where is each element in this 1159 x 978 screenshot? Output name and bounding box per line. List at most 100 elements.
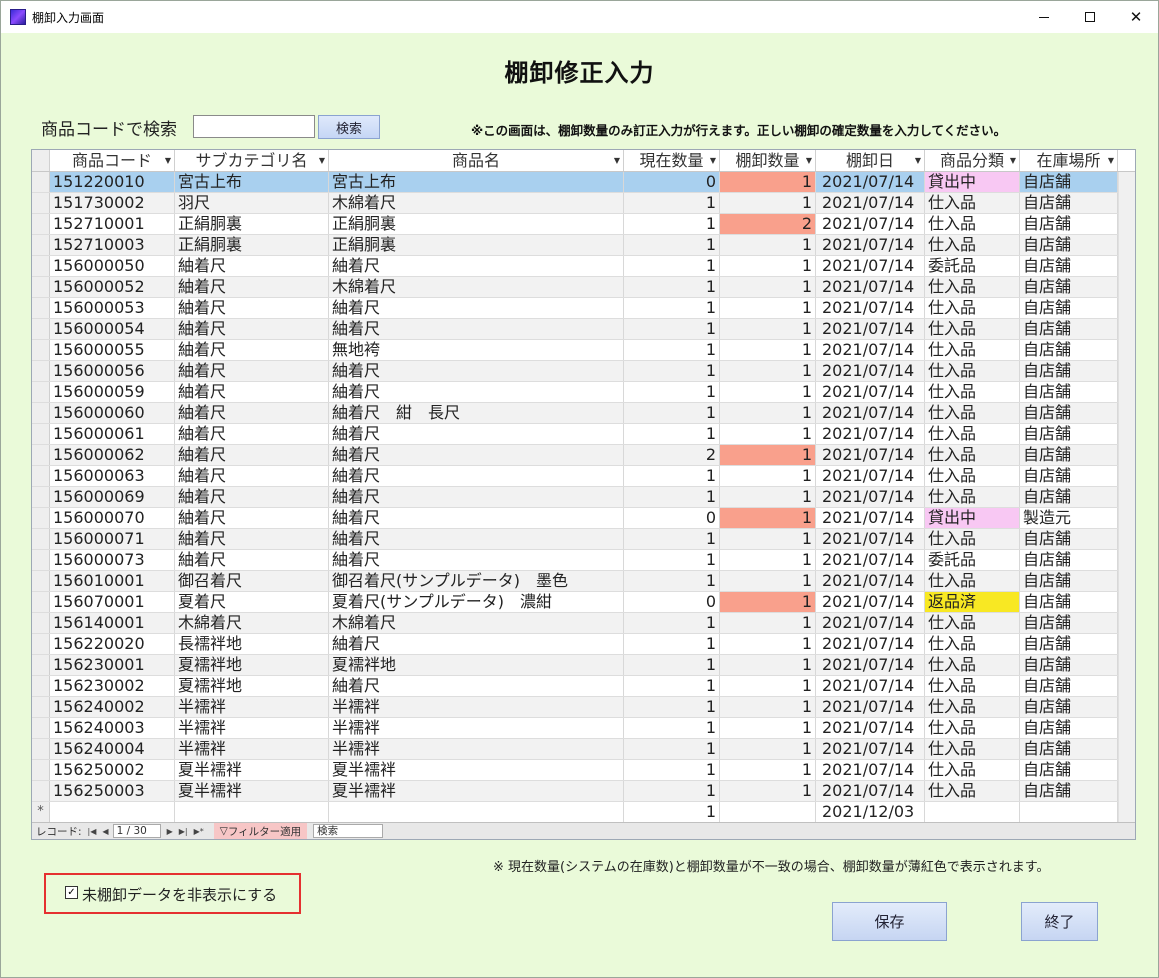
row-selector[interactable] (32, 592, 50, 612)
table-row[interactable]: 156000071 紬着尺 紬着尺 1 1 2021/07/14 仕入品 自店舗 (32, 529, 1118, 550)
table-row[interactable]: 156000062 紬着尺 紬着尺 2 1 2021/07/14 仕入品 自店舗 (32, 445, 1118, 466)
inventory-qty-cell[interactable]: 1 (720, 172, 816, 192)
table-row[interactable]: 156000056 紬着尺 紬着尺 1 1 2021/07/14 仕入品 自店舗 (32, 361, 1118, 382)
inventory-qty-cell[interactable]: 1 (720, 424, 816, 444)
row-selector[interactable] (32, 508, 50, 528)
vertical-scrollbar[interactable] (1118, 172, 1135, 822)
row-selector[interactable] (32, 172, 50, 192)
select-all-corner[interactable] (32, 150, 50, 171)
current-qty-cell[interactable]: 1 (624, 802, 720, 822)
code-cell[interactable] (50, 802, 175, 822)
search-button[interactable]: 検索 (318, 115, 380, 139)
maximize-button[interactable] (1067, 1, 1113, 33)
table-row[interactable]: 156000055 紬着尺 無地袴 1 1 2021/07/14 仕入品 自店舗 (32, 340, 1118, 361)
inventory-qty-cell[interactable]: 1 (720, 508, 816, 528)
hide-uninventoried-checkbox[interactable]: ✓ (65, 886, 78, 899)
next-record-icon[interactable]: ▶ (167, 827, 173, 836)
table-row[interactable]: 156000069 紬着尺 紬着尺 1 1 2021/07/14 仕入品 自店舗 (32, 487, 1118, 508)
chevron-down-icon[interactable]: ▼ (915, 150, 921, 171)
row-selector[interactable] (32, 487, 50, 507)
record-position[interactable]: 1 / 30 (112, 824, 161, 838)
table-row[interactable]: 156000054 紬着尺 紬着尺 1 1 2021/07/14 仕入品 自店舗 (32, 319, 1118, 340)
row-selector[interactable] (32, 235, 50, 255)
chevron-down-icon[interactable]: ▼ (319, 150, 325, 171)
table-row[interactable]: 156010001 御召着尺 御召着尺(サンプルデータ) 墨色 1 1 2021/07/1… (32, 571, 1118, 592)
chevron-down-icon[interactable]: ▼ (806, 150, 812, 171)
table-row[interactable]: 151730002 羽尺 木綿着尺 1 1 2021/07/14 仕入品 自店舗 (32, 193, 1118, 214)
previous-record-icon[interactable]: ◀ (102, 827, 108, 836)
row-selector[interactable] (32, 319, 50, 339)
inventory-qty-cell[interactable]: 1 (720, 760, 816, 780)
row-selector[interactable] (32, 697, 50, 717)
column-header-name[interactable]: 商品名 ▼ (329, 150, 624, 171)
row-selector[interactable] (32, 445, 50, 465)
first-record-icon[interactable]: |◀ (88, 827, 97, 836)
nav-search-input[interactable]: 検索 (313, 824, 384, 838)
row-selector[interactable] (32, 193, 50, 213)
chevron-down-icon[interactable]: ▼ (165, 150, 171, 171)
row-selector[interactable] (32, 760, 50, 780)
column-header-current-qty[interactable]: 現在数量 ▼ (624, 150, 720, 171)
inventory-qty-cell[interactable]: 1 (720, 781, 816, 801)
inventory-qty-cell[interactable]: 1 (720, 592, 816, 612)
row-selector[interactable] (32, 403, 50, 423)
table-row[interactable]: 156000050 紬着尺 紬着尺 1 1 2021/07/14 委託品 自店舗 (32, 256, 1118, 277)
inventory-qty-cell[interactable]: 1 (720, 655, 816, 675)
last-record-icon[interactable]: ▶| (179, 827, 188, 836)
table-row[interactable]: 152710001 正絹胴裏 正絹胴裏 1 2 2021/07/14 仕入品 自店舗 (32, 214, 1118, 235)
minimize-button[interactable] (1021, 1, 1067, 33)
table-row[interactable]: 156230002 夏襦袢地 紬着尺 1 1 2021/07/14 仕入品 自店舗 (32, 676, 1118, 697)
row-selector[interactable] (32, 277, 50, 297)
inventory-qty-cell[interactable]: 1 (720, 445, 816, 465)
table-row[interactable]: 151220010 宮古上布 宮古上布 0 1 2021/07/14 貸出中 自店舗 (32, 172, 1118, 193)
column-header-subcategory[interactable]: サブカテゴリ名 ▼ (175, 150, 329, 171)
table-row[interactable]: 156000063 紬着尺 紬着尺 1 1 2021/07/14 仕入品 自店舗 (32, 466, 1118, 487)
inventory-qty-cell[interactable]: 1 (720, 403, 816, 423)
inventory-qty-cell[interactable]: 1 (720, 361, 816, 381)
row-selector[interactable] (32, 655, 50, 675)
exit-button[interactable]: 終了 (1021, 902, 1098, 941)
table-row[interactable]: 156250003 夏半襦袢 夏半襦袢 1 1 2021/07/14 仕入品 自店舗 (32, 781, 1118, 802)
table-row[interactable]: 156000060 紬着尺 紬着尺 紺 長尺 1 1 2021/07/14 仕入品 自店舗 (32, 403, 1118, 424)
chevron-down-icon[interactable]: ▼ (710, 150, 716, 171)
inventory-qty-cell[interactable]: 1 (720, 298, 816, 318)
inventory-qty-cell[interactable]: 1 (720, 382, 816, 402)
filter-toggle[interactable]: ▽ フィルター適用 (213, 823, 308, 839)
table-row[interactable]: 156230001 夏襦袢地 夏襦袢地 1 1 2021/07/14 仕入品 自店舗 (32, 655, 1118, 676)
table-row[interactable]: 156000070 紬着尺 紬着尺 0 1 2021/07/14 貸出中 製造元 (32, 508, 1118, 529)
table-row[interactable]: 156000052 紬着尺 木綿着尺 1 1 2021/07/14 仕入品 自店舗 (32, 277, 1118, 298)
row-selector[interactable] (32, 550, 50, 570)
inventory-qty-cell[interactable]: 1 (720, 550, 816, 570)
location-cell[interactable] (1020, 802, 1118, 822)
row-selector[interactable] (32, 298, 50, 318)
inventory-qty-cell[interactable]: 1 (720, 718, 816, 738)
new-record-icon[interactable]: ▶* (194, 827, 204, 836)
row-selector[interactable] (32, 382, 50, 402)
row-selector[interactable] (32, 781, 50, 801)
table-row[interactable]: 156140001 木綿着尺 木綿着尺 1 1 2021/07/14 仕入品 自店舗 (32, 613, 1118, 634)
row-selector[interactable] (32, 613, 50, 633)
inventory-qty-cell[interactable]: 1 (720, 739, 816, 759)
table-row[interactable]: 156070001 夏着尺 夏着尺(サンプルデータ) 濃紺 0 1 2021/07/14 返… (32, 592, 1118, 613)
inventory-qty-cell[interactable]: 1 (720, 340, 816, 360)
subcategory-cell[interactable] (175, 802, 329, 822)
close-button[interactable]: ✕ (1113, 1, 1159, 33)
row-selector[interactable] (32, 424, 50, 444)
row-selector[interactable] (32, 529, 50, 549)
row-selector[interactable] (32, 340, 50, 360)
inventory-qty-cell[interactable]: 1 (720, 466, 816, 486)
row-selector[interactable] (32, 466, 50, 486)
column-header-inventory-qty[interactable]: 棚卸数量 ▼ (720, 150, 816, 171)
chevron-down-icon[interactable]: ▼ (1108, 150, 1114, 171)
row-selector[interactable] (32, 214, 50, 234)
table-row[interactable]: 156000059 紬着尺 紬着尺 1 1 2021/07/14 仕入品 自店舗 (32, 382, 1118, 403)
inventory-qty-cell[interactable]: 1 (720, 571, 816, 591)
product-name-cell[interactable] (329, 802, 624, 822)
inventory-qty-cell[interactable]: 2 (720, 214, 816, 234)
column-header-location[interactable]: 在庫場所 ▼ (1020, 150, 1118, 171)
inventory-qty-cell[interactable]: 1 (720, 613, 816, 633)
inventory-qty-cell[interactable]: 1 (720, 235, 816, 255)
category-cell[interactable] (925, 802, 1020, 822)
table-row[interactable]: 152710003 正絹胴裏 正絹胴裏 1 1 2021/07/14 仕入品 自店舗 (32, 235, 1118, 256)
row-selector[interactable] (32, 361, 50, 381)
